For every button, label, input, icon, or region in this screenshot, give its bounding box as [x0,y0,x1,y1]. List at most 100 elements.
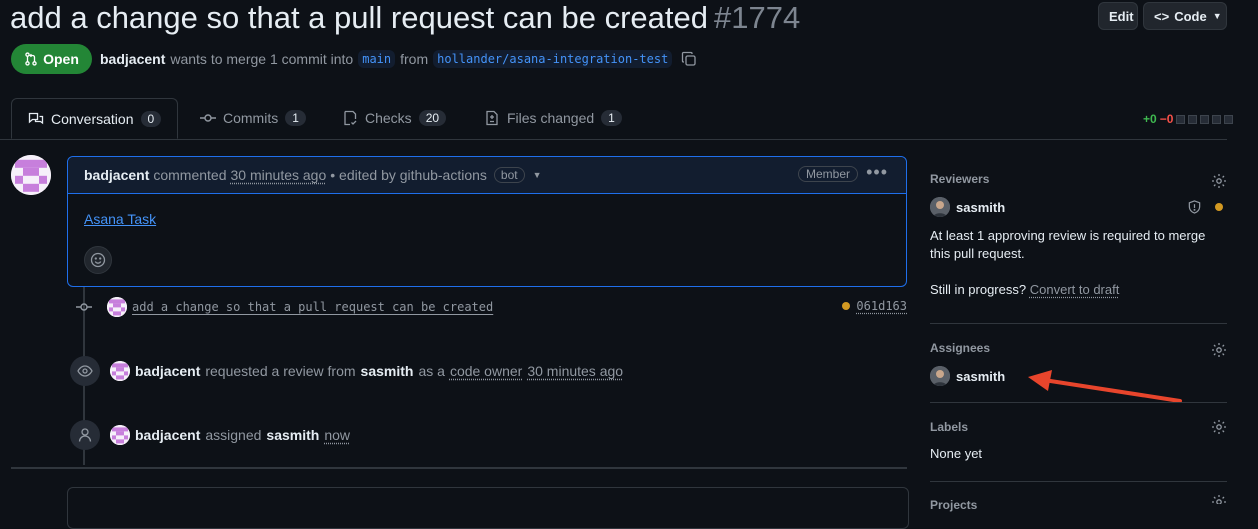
add-reaction-button[interactable] [84,246,112,274]
labels-heading[interactable]: Labels [930,420,968,434]
copy-icon[interactable] [681,51,697,67]
reviewer-name[interactable]: sasmith [361,363,414,379]
git-pull-request-icon [25,52,37,66]
member-badge: Member [797,166,858,182]
comment-action: commented [153,167,227,183]
timeline-assign: badjacent assigned sasmith now [70,420,350,450]
reviewer-item[interactable]: sasmith [930,197,1005,217]
commit-author-avatar[interactable] [107,297,127,317]
assignee-name[interactable]: sasmith [266,427,319,443]
tab-commits[interactable]: Commits 1 [200,98,306,138]
event-time[interactable]: now [324,427,350,443]
sidebar-divider [930,323,1227,324]
reviewers-heading[interactable]: Reviewers [930,172,989,186]
actor-avatar[interactable] [110,361,130,381]
draft-prompt: Still in progress? Convert to draft [930,281,1119,299]
gear-icon[interactable] [1211,342,1227,358]
comment-header: badjacent commented 30 minutes ago • edi… [68,157,906,194]
tab-counter: 1 [601,110,622,126]
gear-icon[interactable] [1211,494,1227,504]
tab-checks[interactable]: Checks 20 [342,98,447,138]
review-requirement-note: At least 1 approving review is required … [930,228,1206,261]
shield-icon[interactable] [1187,199,1202,215]
gear-icon[interactable] [1211,173,1227,189]
projects-heading[interactable]: Projects [930,498,977,512]
file-diff-icon [486,110,498,126]
pr-number: #1774 [714,0,801,35]
new-comment-box[interactable] [67,487,909,529]
diffstat-block [1212,114,1222,124]
author-link[interactable]: badjacent [100,51,165,67]
tab-label: Files changed [507,110,595,126]
comment-time[interactable]: 30 minutes ago [231,167,327,183]
from-text: from [400,51,429,67]
tab-conversation[interactable]: Conversation 0 [11,98,179,139]
pr-title: add a change so that a pull request can … [10,0,800,36]
git-commit-icon [200,114,216,122]
actor-name[interactable]: badjacent [135,427,200,443]
comment-discussion-icon [28,112,44,124]
pr-subtitle: badjacent wants to merge 1 commit into m… [100,50,697,68]
diffstat-block [1224,114,1234,124]
assignee-name: sasmith [956,368,1006,384]
tab-label: Commits [223,110,279,126]
sidebar-divider [930,402,1227,403]
edit-title-button[interactable]: Edit [1098,2,1138,30]
assignee-item[interactable]: sasmith [930,366,1005,386]
timeline-commit: add a change so that a pull request can … [72,295,907,319]
state-badge: Open [11,44,92,74]
timeline-review-request: badjacent requested a review from sasmit… [70,356,623,386]
pr-description-comment: badjacent commented 30 minutes ago • edi… [67,156,907,287]
head-branch[interactable]: hollander/asana-integration-test [433,50,673,68]
eye-icon [70,356,100,386]
tab-files-changed[interactable]: Files changed 1 [484,98,622,138]
assignees-heading[interactable]: Assignees [930,341,990,355]
edit-label: Edit [1109,8,1134,24]
bot-label: bot [493,167,525,183]
diffstat-block [1176,114,1186,124]
reviewer-name: sasmith [956,199,1006,215]
diffstat: +0 −0 [1143,112,1234,126]
code-icon: <> [1154,8,1170,24]
tab-label: Checks [365,110,412,126]
actor-name[interactable]: badjacent [135,363,200,379]
additions-count: +0 [1143,112,1157,126]
tab-counter: 20 [418,110,447,126]
author-avatar[interactable] [11,155,51,195]
edit-history-dropdown-icon[interactable]: ▼ [533,170,542,180]
code-dropdown-button[interactable]: <> Code ▼ [1143,2,1227,30]
diffstat-block [1200,114,1210,124]
event-text: assigned [205,427,262,443]
annotation-arrow [1028,370,1182,403]
gear-icon[interactable] [1211,419,1227,435]
identicon-avatar [11,155,51,195]
pending-review-dot [1215,203,1223,211]
commit-message-link[interactable]: add a change so that a pull request can … [132,300,493,314]
deletions-count: −0 [1159,112,1174,126]
person-icon [70,420,100,450]
sidebar-divider [930,481,1227,482]
event-time[interactable]: 30 minutes ago [527,363,623,379]
actor-avatar[interactable] [110,425,130,445]
edited-by-text: • edited by github-actions [330,167,487,183]
tab-label: Conversation [51,110,134,127]
event-text: as a [418,363,445,379]
triangle-down-icon: ▼ [1212,11,1222,21]
commit-sha-link[interactable]: 061d163 [856,299,907,313]
state-label: Open [43,51,79,67]
smiley-icon [90,252,106,268]
code-owner-link[interactable]: code owner [450,363,522,379]
assignee-avatar [930,366,950,386]
git-commit-icon [76,303,92,311]
comment-author[interactable]: badjacent [84,167,149,183]
convert-to-draft-link[interactable]: Convert to draft [1030,282,1120,297]
timeline-divider [11,467,907,469]
tab-counter: 0 [140,110,162,127]
merge-text: wants to merge 1 commit into [170,51,354,67]
base-branch[interactable]: main [358,50,396,68]
kebab-menu-icon[interactable]: ••• [866,162,888,183]
reviewer-avatar [930,197,950,217]
draft-prefix: Still in progress? [930,282,1027,297]
pending-status-dot[interactable] [842,302,851,310]
asana-task-link[interactable]: Asana Task [84,211,156,227]
